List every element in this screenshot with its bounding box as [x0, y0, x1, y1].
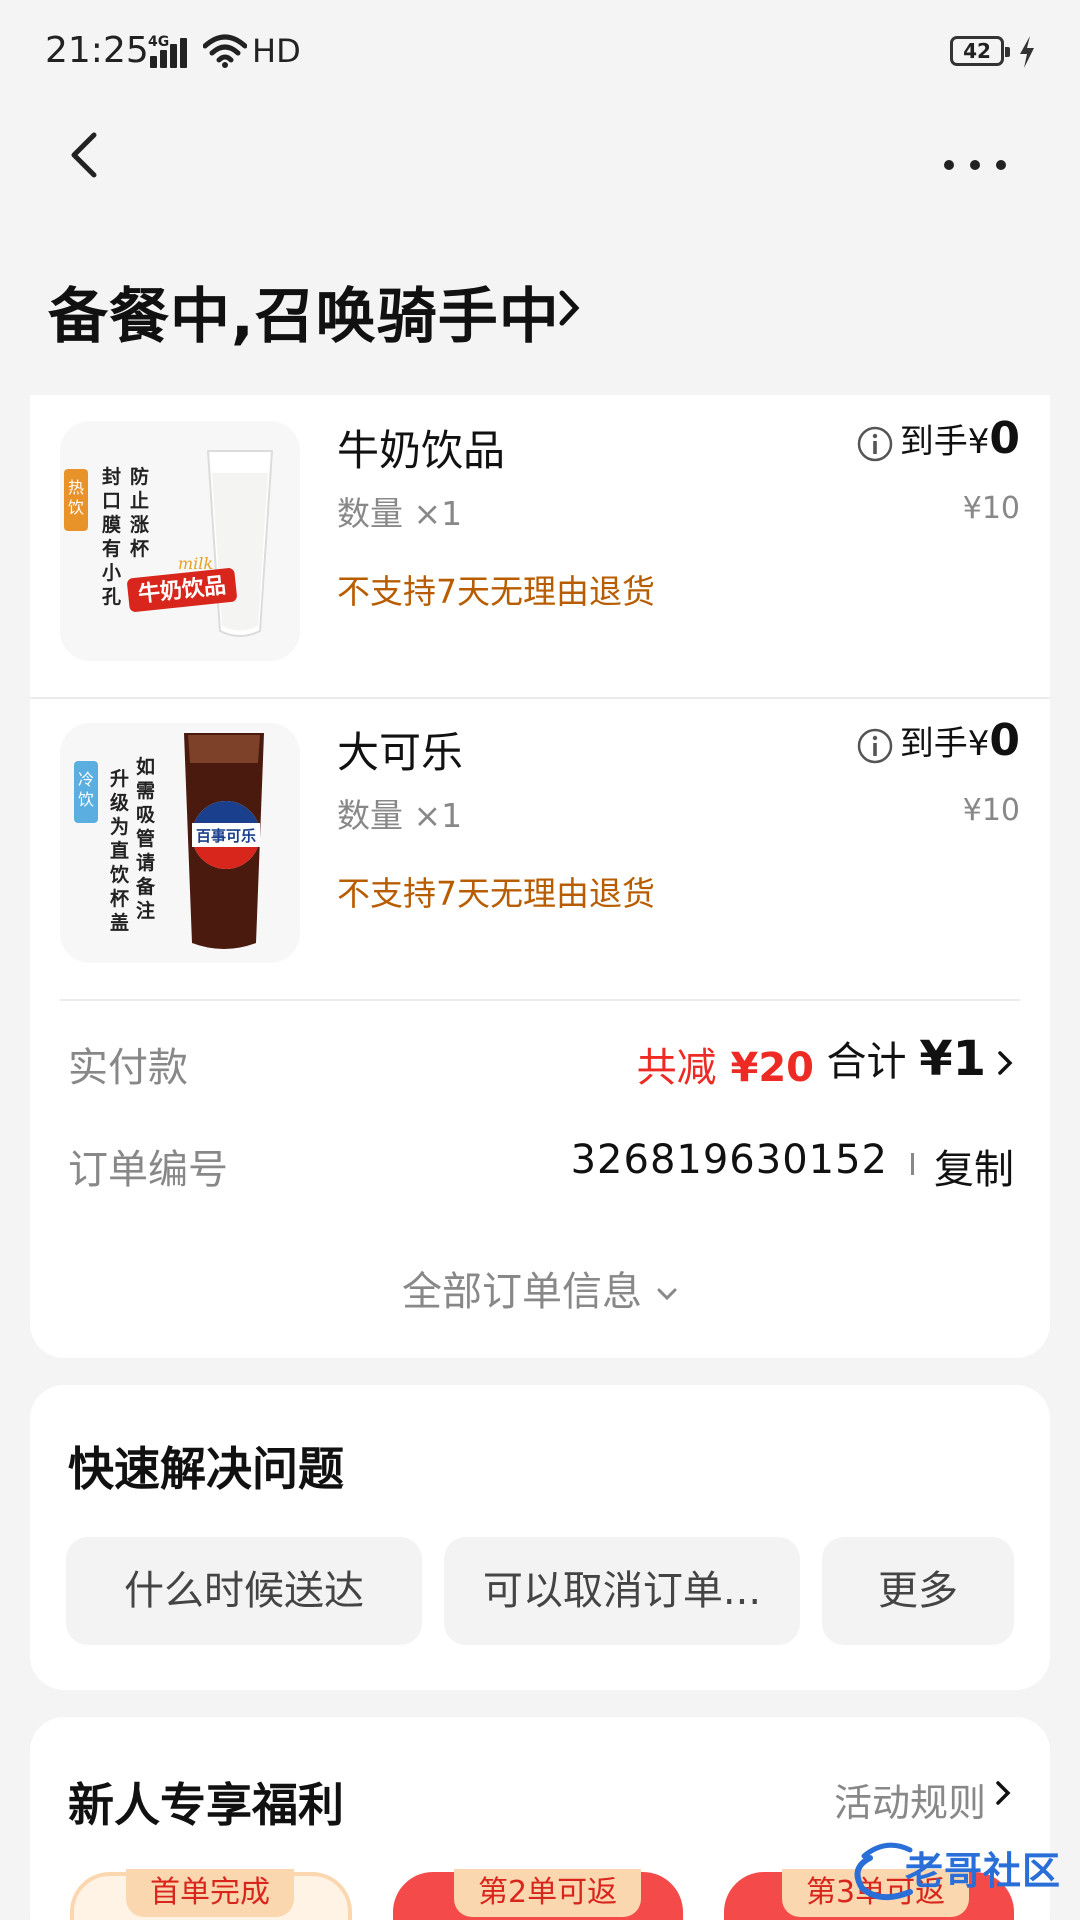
order-item[interactable]: 热饮 防止涨杯 封口膜有小孔 牛奶饮品 milk 牛奶饮品 数量 ×1 不支持7…: [30, 395, 1050, 695]
chevron-down-icon: [657, 1288, 677, 1301]
all-order-info-toggle[interactable]: 全部订单信息: [30, 1259, 1050, 1317]
item-final-price: 到手¥0: [900, 715, 1020, 766]
order-card: 热饮 防止涨杯 封口膜有小孔 牛奶饮品 milk 牛奶饮品 数量 ×1 不支持7…: [30, 395, 1050, 1358]
thumb-tag-text: 热饮: [68, 478, 84, 517]
return-policy-note: 不支持7天无理由退货: [337, 874, 655, 913]
battery-level: 42: [963, 39, 991, 63]
svg-text:直: 直: [110, 839, 129, 862]
svg-text:防: 防: [130, 465, 149, 488]
svg-text:封: 封: [102, 465, 121, 488]
svg-text:请: 请: [136, 851, 155, 874]
svg-text:升: 升: [110, 768, 129, 790]
item-original-price: ¥10: [962, 491, 1020, 526]
thumb-tag-text: 冷饮: [78, 770, 94, 809]
item-final-price: 到手¥0: [900, 413, 1020, 464]
order-number: 326819630152: [570, 1137, 888, 1183]
discount-value: ¥20: [730, 1045, 815, 1091]
quick-solve-card: 快速解决问题 什么时候送达 可以取消订单... 更多: [30, 1385, 1050, 1690]
svg-text:管: 管: [136, 827, 155, 850]
item-name: 牛奶饮品: [337, 426, 506, 475]
chip-cancel-order[interactable]: 可以取消订单...: [444, 1537, 800, 1645]
item-original-price: ¥10: [962, 793, 1020, 828]
svg-text:吸: 吸: [136, 804, 156, 826]
coupon-tag: 第2单可返: [454, 1869, 642, 1917]
thumb-brand-sub: milk: [178, 554, 213, 573]
chip-delivery-time[interactable]: 什么时候送达: [66, 1537, 422, 1645]
svg-text:止: 止: [130, 490, 149, 512]
status-bar: 21:25 4G HD 42: [0, 0, 1080, 100]
battery-icon: 42: [950, 36, 1010, 66]
total-amount: 合计 ¥1: [826, 1029, 986, 1087]
order-status-title[interactable]: 备餐中,召唤骑手中: [48, 268, 560, 355]
copy-button[interactable]: 复制: [934, 1137, 1014, 1195]
milk-product-image: 热饮 防止涨杯 封口膜有小孔 牛奶饮品 milk: [60, 421, 300, 661]
svg-text:膜: 膜: [101, 513, 121, 536]
svg-text:有: 有: [102, 537, 121, 560]
status-time: 21:25: [45, 30, 149, 71]
svg-text:盖: 盖: [110, 911, 129, 934]
benefits-title: 新人专享福利: [68, 1778, 344, 1832]
charging-icon: [1020, 36, 1034, 68]
signal-icon: [150, 38, 192, 68]
svg-text:饮: 饮: [109, 863, 130, 886]
total-label: 合计: [826, 1039, 907, 1085]
chevron-right-icon[interactable]: [556, 285, 582, 331]
svg-text:需: 需: [136, 780, 155, 802]
svg-text:小: 小: [102, 562, 121, 584]
order-number-label: 订单编号: [68, 1147, 228, 1193]
activity-rules-link[interactable]: 活动规则: [834, 1772, 986, 1827]
order-item[interactable]: 如需吸管请备注 升级为直饮杯盖 百事可乐 冷饮 大可乐 数量 ×1 不支持7天无…: [30, 697, 1050, 997]
pay-value: 0: [989, 413, 1020, 464]
svg-text:孔: 孔: [102, 586, 121, 608]
info-icon[interactable]: [856, 425, 894, 463]
svg-text:杯: 杯: [110, 887, 129, 910]
pay-label: 到手¥: [899, 422, 990, 462]
chevron-right-icon[interactable]: [994, 1777, 1012, 1809]
item-name: 大可乐: [337, 728, 464, 777]
coupon-tag: 首单完成: [126, 1869, 294, 1917]
svg-text:级: 级: [110, 791, 129, 814]
discount-label: 共减: [636, 1045, 717, 1091]
total-currency: ¥: [919, 1031, 953, 1087]
payment-label: 实付款: [68, 1045, 188, 1091]
chip-more[interactable]: 更多: [822, 1537, 1014, 1645]
all-order-info-label: 全部订单信息: [402, 1269, 642, 1315]
watermark-text: 老哥社区: [905, 1849, 1062, 1893]
svg-text:杯: 杯: [130, 537, 149, 560]
item-quantity: 数量 ×1: [337, 796, 463, 835]
total-value: 1: [952, 1031, 986, 1087]
chevron-right-icon[interactable]: [996, 1047, 1014, 1079]
svg-text:涨: 涨: [130, 514, 149, 536]
back-icon[interactable]: [60, 125, 110, 185]
svg-text:口: 口: [102, 490, 121, 512]
pay-label: 到手¥: [899, 724, 990, 764]
svg-text:如: 如: [136, 755, 155, 778]
svg-text:注: 注: [136, 899, 155, 922]
quick-solve-title: 快速解决问题: [68, 1442, 344, 1496]
svg-text:为: 为: [110, 815, 129, 838]
info-icon[interactable]: [856, 727, 894, 765]
separator: [911, 1153, 914, 1175]
return-policy-note: 不支持7天无理由退货: [337, 572, 655, 611]
pay-value: 0: [989, 715, 1020, 766]
discount-amount: 共减 ¥20: [637, 1035, 814, 1093]
wifi-icon: [203, 34, 247, 68]
more-icon[interactable]: [940, 145, 1010, 185]
svg-text:备: 备: [135, 875, 156, 898]
item-quantity: 数量 ×1: [337, 494, 463, 533]
thumb-brand-text: 百事可乐: [196, 827, 256, 845]
divider: [60, 999, 1020, 1001]
cola-product-image: 如需吸管请备注 升级为直饮杯盖 百事可乐 冷饮: [60, 723, 300, 963]
hd-indicator: HD: [252, 32, 301, 70]
